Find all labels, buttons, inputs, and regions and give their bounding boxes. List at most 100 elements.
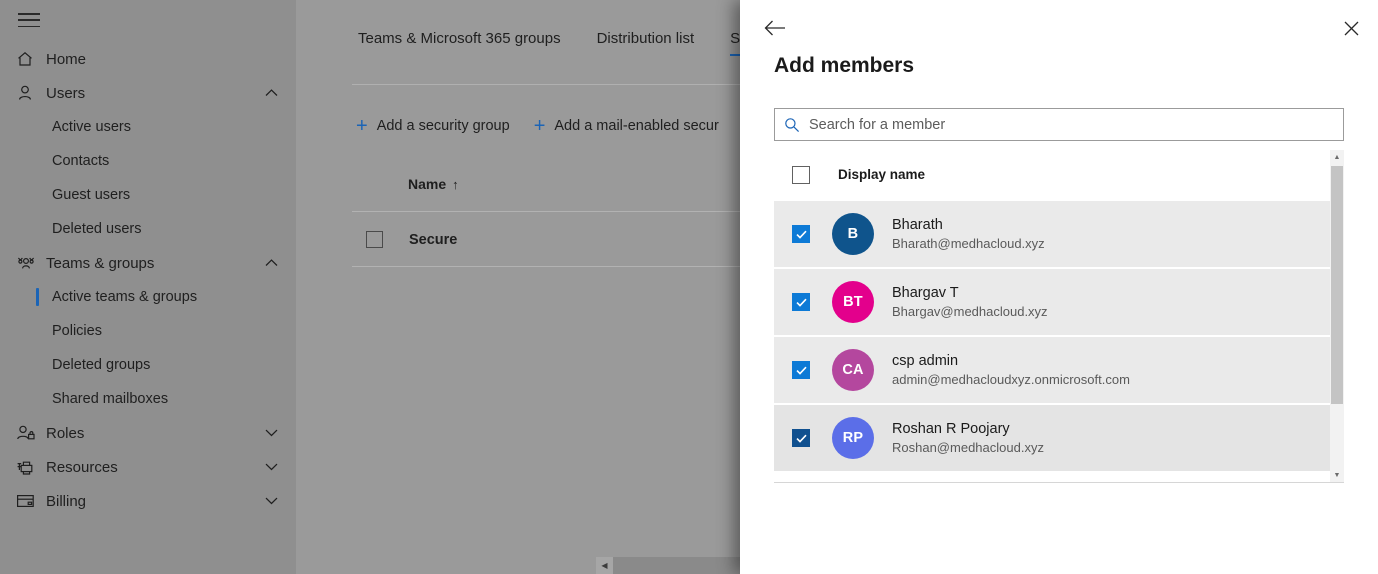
chevron-down-icon[interactable]: [265, 497, 278, 506]
plus-icon: +: [356, 115, 368, 137]
members-scrollbar-thumb[interactable]: [1331, 166, 1343, 404]
chevron-up-icon[interactable]: [265, 259, 278, 268]
avatar: RP: [832, 417, 874, 459]
member-checkbox[interactable]: [792, 361, 810, 379]
sidebar-item-label: Billing: [46, 492, 87, 510]
sidebar-item-roles[interactable]: Roles: [0, 416, 296, 450]
member-checkbox[interactable]: [792, 225, 810, 243]
sidebar-item-deleted-groups[interactable]: Deleted groups: [0, 348, 296, 382]
sidebar-item-deleted-users[interactable]: Deleted users: [0, 212, 296, 246]
sidebar-item-label: Guest users: [52, 187, 131, 203]
members-list-bottom-divider: [774, 482, 1344, 483]
member-info: csp admin admin@medhacloudxyz.onmicrosof…: [892, 353, 1130, 387]
sidebar-item-label: Roles: [46, 424, 85, 442]
resources-icon: [16, 458, 46, 476]
member-display-name: Bharath: [892, 217, 943, 233]
member-display-name: Roshan R Poojary: [892, 421, 1010, 437]
chevron-down-icon[interactable]: [265, 429, 278, 438]
sidebar-item-contacts[interactable]: Contacts: [0, 144, 296, 178]
member-info: Bhargav T Bhargav@medhacloud.xyz: [892, 285, 1048, 319]
column-header-name[interactable]: Name ↑: [408, 176, 459, 192]
command-add-a-mail-enabled-secur[interactable]: + Add a mail-enabled secur: [534, 116, 719, 136]
scroll-down-arrow-icon[interactable]: ▼: [1330, 468, 1344, 482]
panel-title: Add members: [774, 54, 915, 77]
row-name-label: Secure: [409, 231, 458, 248]
chevron-up-icon[interactable]: [265, 89, 278, 98]
member-email: Bharath@medhacloud.xyz: [892, 236, 1045, 251]
member-row[interactable]: BT Bhargav T Bhargav@medhacloud.xyz: [774, 267, 1344, 335]
tab-1[interactable]: Teams & Microsoft 365 groups: [358, 30, 561, 56]
member-info: Roshan R Poojary Roshan@medhacloud.xyz: [892, 421, 1044, 455]
close-icon[interactable]: [1336, 13, 1366, 43]
sidebar-item-guest-users[interactable]: Guest users: [0, 178, 296, 212]
member-display-name: Bhargav T: [892, 285, 959, 301]
sidebar-item-home[interactable]: Home: [0, 42, 296, 76]
command-add-a-security-group[interactable]: + Add a security group: [356, 116, 510, 136]
sidebar-item-users[interactable]: Users: [0, 76, 296, 110]
roles-icon: [16, 424, 46, 442]
sidebar-item-label: Home: [46, 50, 87, 68]
app-root: Home Users Active users Contacts Guest users…: [0, 0, 1378, 574]
sidebar-item-label: Active users: [52, 119, 131, 135]
select-all-checkbox[interactable]: [792, 165, 810, 184]
avatar-initials: CA: [842, 362, 864, 378]
sidebar-item-teams-groups[interactable]: Teams & groups: [0, 246, 296, 280]
hamburger-line: [18, 19, 40, 21]
member-search-box[interactable]: [774, 108, 1344, 141]
scroll-up-arrow-icon[interactable]: ▲: [1330, 150, 1344, 164]
sidebar-item-policies[interactable]: Policies: [0, 314, 296, 348]
sidebar-item-label: Teams & groups: [46, 254, 155, 272]
hamburger-line: [18, 13, 40, 15]
avatar-initials: BT: [843, 294, 863, 310]
row-checkbox[interactable]: [366, 231, 383, 248]
column-header-display-name: Display name: [838, 167, 926, 182]
sidebar-item-label: Policies: [52, 323, 102, 339]
content-tabs: Teams & Microsoft 365 groups Distribution…: [358, 30, 741, 56]
search-icon: [775, 117, 809, 133]
sidebar-item-label: Users: [46, 84, 86, 102]
hamburger-line: [18, 25, 40, 27]
command-label: Add a security group: [376, 118, 510, 134]
sidebar-item-label: Active teams & groups: [52, 289, 198, 305]
member-checkbox[interactable]: [792, 429, 810, 447]
sidebar-item-billing[interactable]: Billing: [0, 484, 296, 518]
sidebar-item-label: Resources: [46, 458, 118, 476]
avatar-initials: RP: [842, 430, 864, 446]
sidebar-item-label: Shared mailboxes: [52, 391, 169, 407]
sidebar-item-resources[interactable]: Resources: [0, 450, 296, 484]
chevron-down-icon[interactable]: [265, 463, 278, 472]
member-row[interactable]: RP Roshan R Poojary Roshan@medhacloud.xy…: [774, 403, 1344, 471]
people-icon: [16, 254, 46, 272]
sidebar-nav-list: Home Users Active users Contacts Guest users…: [0, 42, 296, 518]
home-icon: [16, 50, 46, 68]
members-list-header: Display name: [774, 150, 1344, 199]
members-list-scrollbar[interactable]: ▲ ▼: [1330, 150, 1344, 482]
column-header-name-label: Name: [408, 176, 447, 192]
sidebar-item-shared-mailboxes[interactable]: Shared mailboxes: [0, 382, 296, 416]
plus-icon: +: [533, 115, 546, 137]
sidebar-item-active-teams-groups[interactable]: Active teams & groups: [0, 280, 296, 314]
avatar: CA: [832, 349, 874, 391]
hamburger-icon[interactable]: [18, 13, 40, 27]
user-icon: [16, 84, 46, 102]
member-email: Roshan@medhacloud.xyz: [892, 440, 1044, 455]
members-list: Display name B Bharath Bharath@medhaclou…: [774, 150, 1344, 482]
avatar: B: [832, 213, 874, 255]
member-email: admin@medhacloudxyz.onmicrosoft.com: [892, 372, 1130, 387]
scroll-left-arrow-icon[interactable]: ◀: [596, 557, 613, 574]
search-input[interactable]: [809, 116, 1343, 133]
back-arrow-icon[interactable]: [760, 13, 790, 43]
navigation-sidebar: Home Users Active users Contacts Guest users…: [0, 0, 296, 574]
command-bar: + Add a security group + Add a mail-enabled…: [356, 116, 719, 136]
member-checkbox[interactable]: [792, 293, 810, 311]
sidebar-item-label: Deleted users: [52, 221, 142, 237]
avatar-initials: B: [847, 226, 859, 242]
sidebar-item-label: Contacts: [52, 153, 110, 169]
tab-2[interactable]: Distribution list: [597, 30, 695, 56]
member-row[interactable]: B Bharath Bharath@medhacloud.xyz: [774, 199, 1344, 267]
member-email: Bhargav@medhacloud.xyz: [892, 304, 1048, 319]
sidebar-item-active-users[interactable]: Active users: [0, 110, 296, 144]
member-row[interactable]: CA csp admin admin@medhacloudxyz.onmicro…: [774, 335, 1344, 403]
tab-3[interactable]: S: [730, 30, 741, 56]
avatar: BT: [832, 281, 874, 323]
